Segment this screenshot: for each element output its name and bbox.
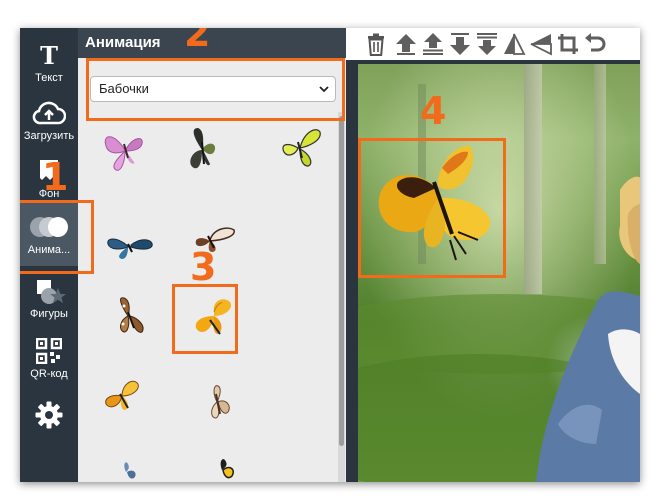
gear-icon — [20, 400, 78, 430]
annotation-number-2: 2 — [184, 28, 211, 55]
bring-forward-icon[interactable] — [394, 32, 418, 56]
send-to-back-icon[interactable] — [475, 32, 499, 56]
rail-item-label: Загрузить — [23, 130, 75, 142]
text-tool-icon: T — [40, 40, 58, 70]
annotation-number-1: 1 — [42, 155, 69, 199]
annotation-box-3 — [172, 284, 238, 354]
canvas-toolbar — [346, 28, 640, 60]
rail-item-label: Текст — [35, 72, 63, 84]
bring-to-front-icon[interactable] — [421, 32, 445, 56]
orange-yellow-butterfly[interactable] — [98, 374, 148, 421]
rail-item-label: QR-код — [30, 368, 68, 380]
scrollbar-thumb[interactable] — [339, 116, 344, 446]
rail-item-text[interactable]: T Текст — [20, 34, 78, 92]
annotation-number-4: 4 — [420, 89, 447, 133]
pink-butterfly[interactable] — [100, 124, 150, 181]
flip-horizontal-icon[interactable] — [529, 32, 553, 56]
tan-butterfly[interactable] — [200, 380, 236, 429]
trash-icon[interactable] — [364, 32, 388, 56]
rail-item-label: Фигуры — [30, 308, 68, 320]
editor-window: T Текст Загрузить Фон Анима... Фигуры QR… — [20, 28, 640, 482]
annotation-box-1 — [20, 200, 94, 274]
send-backward-icon[interactable] — [448, 32, 472, 56]
annotation-box-2 — [86, 58, 345, 121]
black-yellow-butterfly[interactable] — [206, 456, 240, 482]
flip-vertical-icon[interactable] — [502, 32, 526, 56]
rail-item-settings[interactable] — [20, 390, 78, 448]
rail-item-shapes[interactable]: Фигуры — [20, 270, 78, 328]
shapes-icon — [20, 276, 78, 306]
small-blue-butterfly[interactable] — [112, 458, 142, 482]
crop-icon[interactable] — [556, 32, 580, 56]
annotation-box-4 — [358, 138, 506, 278]
blue-butterfly[interactable] — [104, 228, 156, 267]
spotted-brown-butterfly[interactable] — [108, 294, 152, 343]
panel-title: Анимация — [78, 28, 346, 58]
rail-item-qr[interactable]: QR-код — [20, 330, 78, 388]
lime-butterfly[interactable] — [274, 124, 324, 177]
rail-item-upload[interactable]: Загрузить — [20, 92, 78, 150]
rotate-icon[interactable] — [583, 32, 607, 56]
dark-butterfly[interactable] — [180, 124, 224, 179]
qr-code-icon — [20, 336, 78, 366]
panel-scrollbar[interactable] — [338, 112, 345, 482]
annotation-number-3: 3 — [190, 245, 217, 289]
cloud-upload-icon — [20, 98, 78, 128]
